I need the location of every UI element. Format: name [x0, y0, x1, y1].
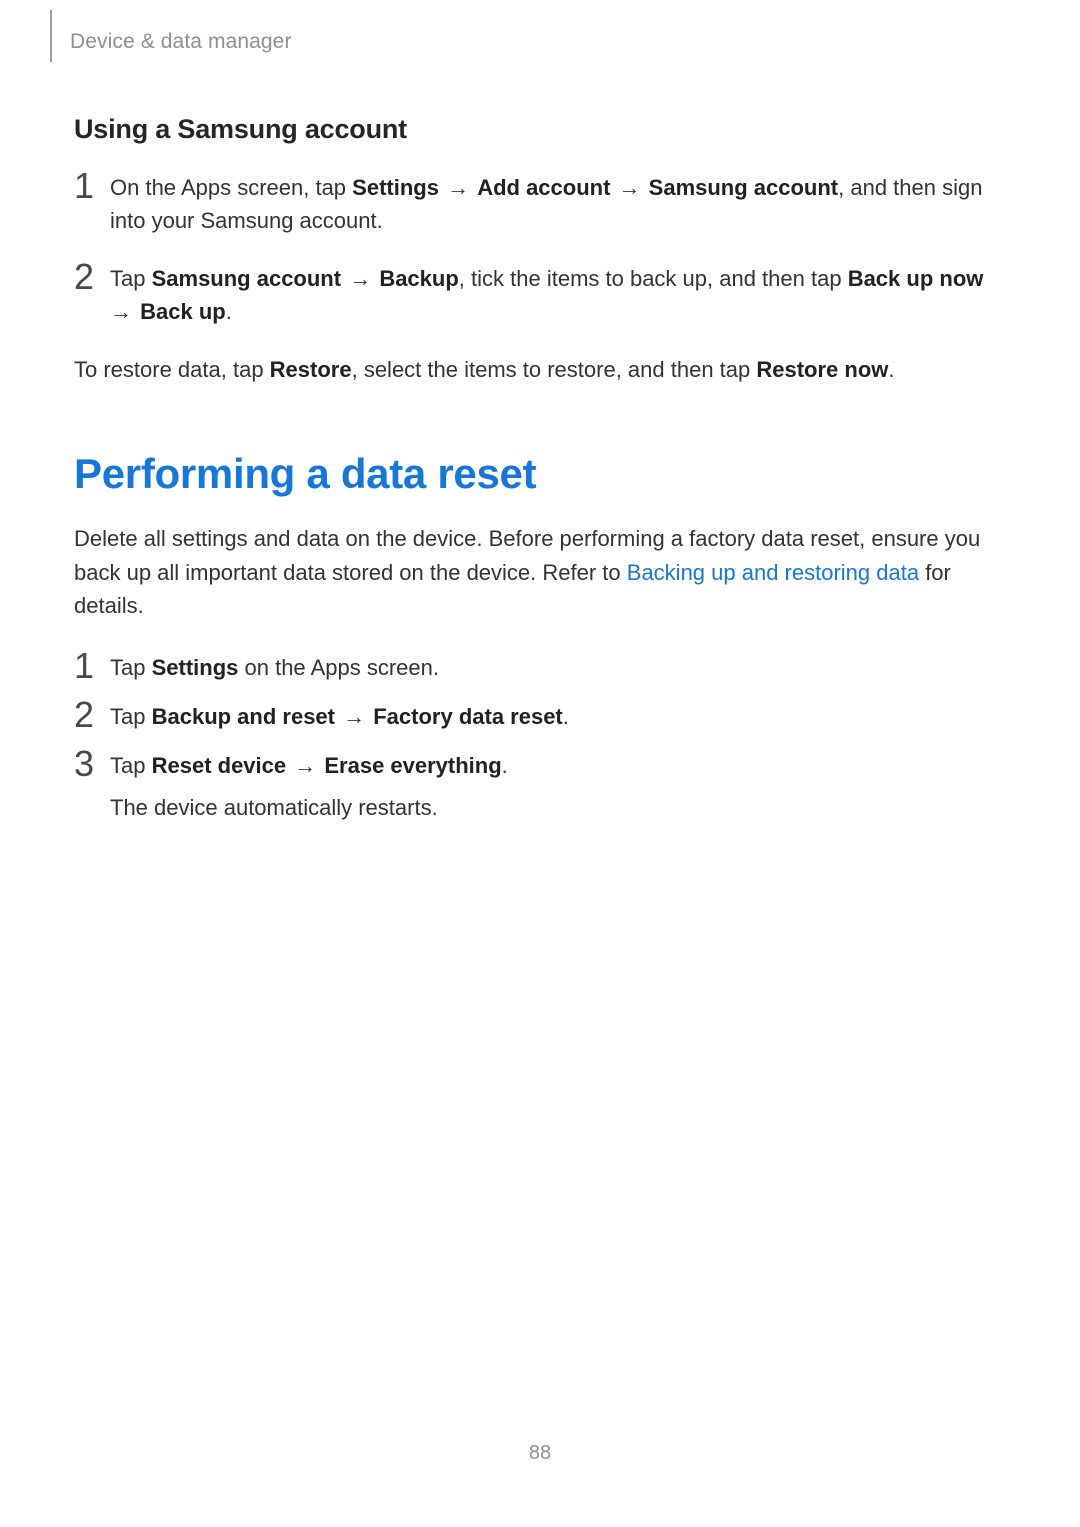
step-number: 2	[74, 250, 94, 305]
breadcrumb-rule	[50, 10, 52, 62]
step-text: Tap Reset device → Erase everything.	[110, 753, 508, 778]
restore-note: To restore data, tap Restore, select the…	[74, 353, 994, 386]
steps-list-samsung: 1 On the Apps screen, tap Settings → Add…	[74, 171, 994, 329]
breadcrumb: Device & data manager	[70, 30, 292, 54]
step-subtext: The device automatically restarts.	[110, 791, 994, 824]
step-item: 2 Tap Samsung account → Backup, tick the…	[74, 262, 994, 329]
section-heading-samsung-account: Using a Samsung account	[74, 114, 994, 145]
step-text: Tap Samsung account → Backup, tick the i…	[110, 266, 985, 324]
step-item: 2 Tap Backup and reset → Factory data re…	[74, 700, 994, 733]
cross-ref-link[interactable]: Backing up and restoring data	[627, 560, 919, 585]
page: Device & data manager Using a Samsung ac…	[0, 0, 1080, 1527]
step-number: 1	[74, 639, 94, 694]
reset-intro: Delete all settings and data on the devi…	[74, 522, 994, 622]
step-item: 1 On the Apps screen, tap Settings → Add…	[74, 171, 994, 238]
step-number: 2	[74, 688, 94, 743]
step-text: Tap Settings on the Apps screen.	[110, 655, 439, 680]
step-item: 3 Tap Reset device → Erase everything. T…	[74, 749, 994, 824]
step-text: On the Apps screen, tap Settings → Add a…	[110, 175, 982, 233]
step-number: 1	[74, 159, 94, 214]
step-text: Tap Backup and reset → Factory data rese…	[110, 704, 569, 729]
page-number: 88	[0, 1442, 1080, 1465]
content-body: Using a Samsung account 1 On the Apps sc…	[74, 114, 994, 824]
step-item: 1 Tap Settings on the Apps screen.	[74, 651, 994, 684]
steps-list-reset: 1 Tap Settings on the Apps screen. 2 Tap…	[74, 651, 994, 825]
step-number: 3	[74, 737, 94, 792]
section-heading-data-reset: Performing a data reset	[74, 450, 994, 498]
